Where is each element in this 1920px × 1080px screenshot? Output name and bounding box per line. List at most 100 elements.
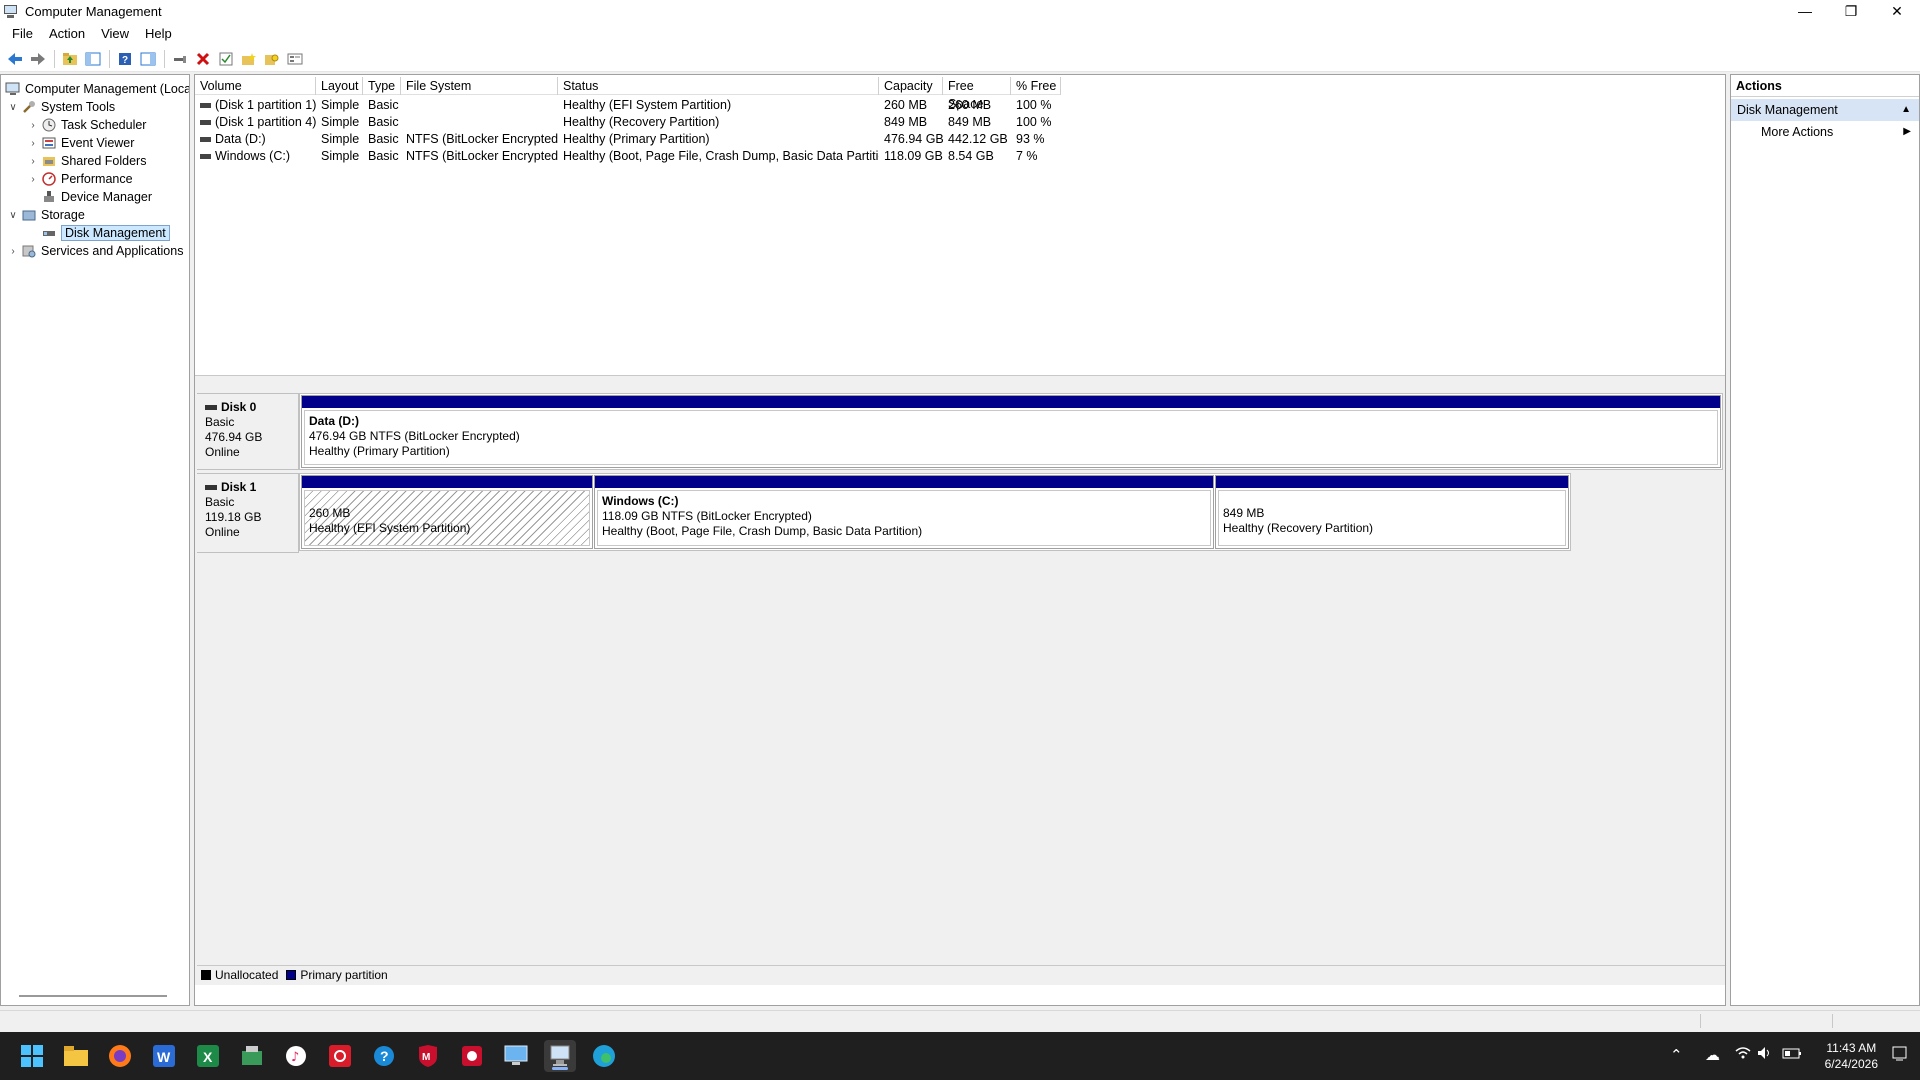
file-explorer-icon[interactable] [60, 1040, 92, 1072]
properties-icon[interactable] [261, 48, 283, 70]
table-row[interactable]: (Disk 1 partition 1) Simple Basic Health… [195, 97, 1061, 114]
remote-desktop-icon[interactable] [500, 1040, 532, 1072]
svg-text:X: X [203, 1049, 213, 1065]
shared-folder-icon [41, 153, 57, 169]
disk-graphical-view: Disk 0 Basic 476.94 GB Online Data (D:) … [195, 383, 1725, 985]
tree-item-device-manager[interactable]: Device Manager [41, 188, 152, 206]
onedrive-cloud-icon[interactable]: ☁ [1705, 1046, 1720, 1064]
col-free-space[interactable]: Free Space [943, 77, 1011, 111]
tree-item-system-tools[interactable]: ∨ System Tools [7, 98, 115, 116]
table-row[interactable]: (Disk 1 partition 4) Simple Basic Health… [195, 114, 1061, 131]
tree-item-storage[interactable]: ∨ Storage [7, 206, 84, 224]
restore-button[interactable]: ❐ [1828, 0, 1874, 22]
tree-item-shared-folders[interactable]: › Shared Folders [27, 152, 146, 170]
show-hidden-icons-chevron-icon[interactable]: ⌃ [1670, 1046, 1683, 1064]
connect-icon[interactable] [169, 48, 191, 70]
submenu-arrow-icon: ▶ [1903, 126, 1911, 137]
tree-item-event-viewer[interactable]: › Event Viewer [27, 134, 134, 152]
col-volume[interactable]: Volume [195, 77, 316, 95]
partition-windows-c[interactable]: Windows (C:) 118.09 GB NTFS (BitLocker E… [594, 475, 1214, 549]
partition-recovery[interactable]: 849 MB Healthy (Recovery Partition) [1215, 475, 1569, 549]
menu-bar: File Action View Help [0, 22, 1920, 46]
primary-partition-bar [1216, 476, 1568, 488]
tree-item-task-scheduler[interactable]: › Task Scheduler [27, 116, 146, 134]
menu-view[interactable]: View [93, 22, 137, 46]
col-capacity[interactable]: Capacity [879, 77, 943, 95]
delete-icon[interactable] [192, 48, 214, 70]
chevron-down-icon[interactable]: ∨ [7, 210, 19, 221]
show-hide-tree-icon[interactable] [82, 48, 104, 70]
clock-icon [41, 117, 57, 133]
computer-management-icon[interactable] [544, 1040, 576, 1072]
partition-efi-system[interactable]: 260 MB Healthy (EFI System Partition) [301, 475, 593, 549]
firefox-icon[interactable] [104, 1040, 136, 1072]
chevron-right-icon[interactable]: › [27, 120, 39, 131]
chevron-right-icon[interactable]: › [7, 246, 19, 257]
new-folder-icon[interactable] [238, 48, 260, 70]
security-icon[interactable] [456, 1040, 488, 1072]
menu-action[interactable]: Action [41, 22, 93, 46]
disk-management-pane: Volume Layout Type File System Status Ca… [194, 74, 1726, 1006]
actions-section-disk-management[interactable]: Disk Management ▲ [1731, 99, 1919, 121]
svg-text:M: M [422, 1052, 430, 1063]
col-status[interactable]: Status [558, 77, 879, 95]
partition-data-d[interactable]: Data (D:) 476.94 GB NTFS (BitLocker Encr… [301, 395, 1721, 468]
minimize-button[interactable]: — [1782, 0, 1828, 22]
table-row[interactable]: Data (D:) Simple Basic NTFS (BitLocker E… [195, 131, 1061, 148]
tree-scrollbar[interactable] [19, 995, 167, 997]
primary-partition-swatch [286, 969, 297, 980]
forward-arrow-icon[interactable] [27, 48, 49, 70]
acrobat-icon[interactable] [324, 1040, 356, 1072]
title-bar: Computer Management — ❐ ✕ [0, 0, 1920, 22]
mcafee-icon[interactable]: M [412, 1040, 444, 1072]
volume-icon[interactable] [1757, 1046, 1773, 1064]
close-button[interactable]: ✕ [1874, 0, 1920, 22]
volume-icon [200, 137, 211, 143]
start-icon[interactable] [16, 1040, 48, 1072]
notifications-icon[interactable] [1892, 1046, 1908, 1066]
app-icon[interactable] [236, 1040, 268, 1072]
chevron-right-icon[interactable]: › [27, 174, 39, 185]
chevron-right-icon[interactable]: › [27, 138, 39, 149]
excel-icon[interactable]: X [192, 1040, 224, 1072]
table-row[interactable]: Windows (C:) Simple Basic NTFS (BitLocke… [195, 148, 1061, 165]
collapse-arrow-icon[interactable]: ▲ [1901, 99, 1911, 121]
battery-icon[interactable] [1782, 1046, 1802, 1064]
itunes-icon[interactable]: ♪ [280, 1040, 312, 1072]
help-icon[interactable]: ? [114, 48, 136, 70]
tree-item-disk-management[interactable]: Disk Management [41, 224, 170, 242]
toolbar: ? [0, 46, 1920, 72]
taskbar-clock[interactable]: 11:43 AM 6/24/2026 [1825, 1040, 1878, 1072]
computer-management-icon [5, 81, 21, 97]
view-icon[interactable] [284, 48, 306, 70]
help-icon[interactable]: ? [368, 1040, 400, 1072]
show-action-pane-icon[interactable] [137, 48, 159, 70]
col-type[interactable]: Type [363, 77, 401, 95]
console-tree: Computer Management (Local ∨ System Tool… [0, 74, 190, 1006]
back-arrow-icon[interactable] [4, 48, 26, 70]
wifi-icon[interactable] [1735, 1046, 1751, 1064]
menu-file[interactable]: File [4, 22, 41, 46]
disk-icon [205, 405, 217, 410]
primary-partition-bar [302, 476, 592, 488]
col-layout[interactable]: Layout [316, 77, 363, 95]
tree-item-performance[interactable]: › Performance [27, 170, 132, 188]
word-icon[interactable]: W [148, 1040, 180, 1072]
disk-0-label[interactable]: Disk 0 Basic 476.94 GB Online [197, 393, 299, 470]
col-percent-free[interactable]: % Free [1011, 77, 1061, 95]
up-folder-icon[interactable] [59, 48, 81, 70]
chevron-right-icon[interactable]: › [27, 156, 39, 167]
chevron-down-icon[interactable]: ∨ [7, 102, 19, 113]
edge-icon[interactable] [588, 1040, 620, 1072]
disk-icon [205, 485, 217, 490]
col-file-system[interactable]: File System [401, 77, 558, 95]
disk-1-label[interactable]: Disk 1 Basic 119.18 GB Online [197, 473, 299, 553]
more-actions-item[interactable]: More Actions ▶ [1731, 121, 1919, 143]
menu-help[interactable]: Help [137, 22, 180, 46]
tree-item-computer-management[interactable]: Computer Management (Local [5, 80, 189, 98]
pane-splitter[interactable] [195, 375, 1725, 383]
svg-text:?: ? [380, 1048, 389, 1064]
check-icon[interactable] [215, 48, 237, 70]
tree-item-services-and-applications[interactable]: › Services and Applications [7, 242, 183, 260]
primary-partition-bar [302, 396, 1720, 408]
